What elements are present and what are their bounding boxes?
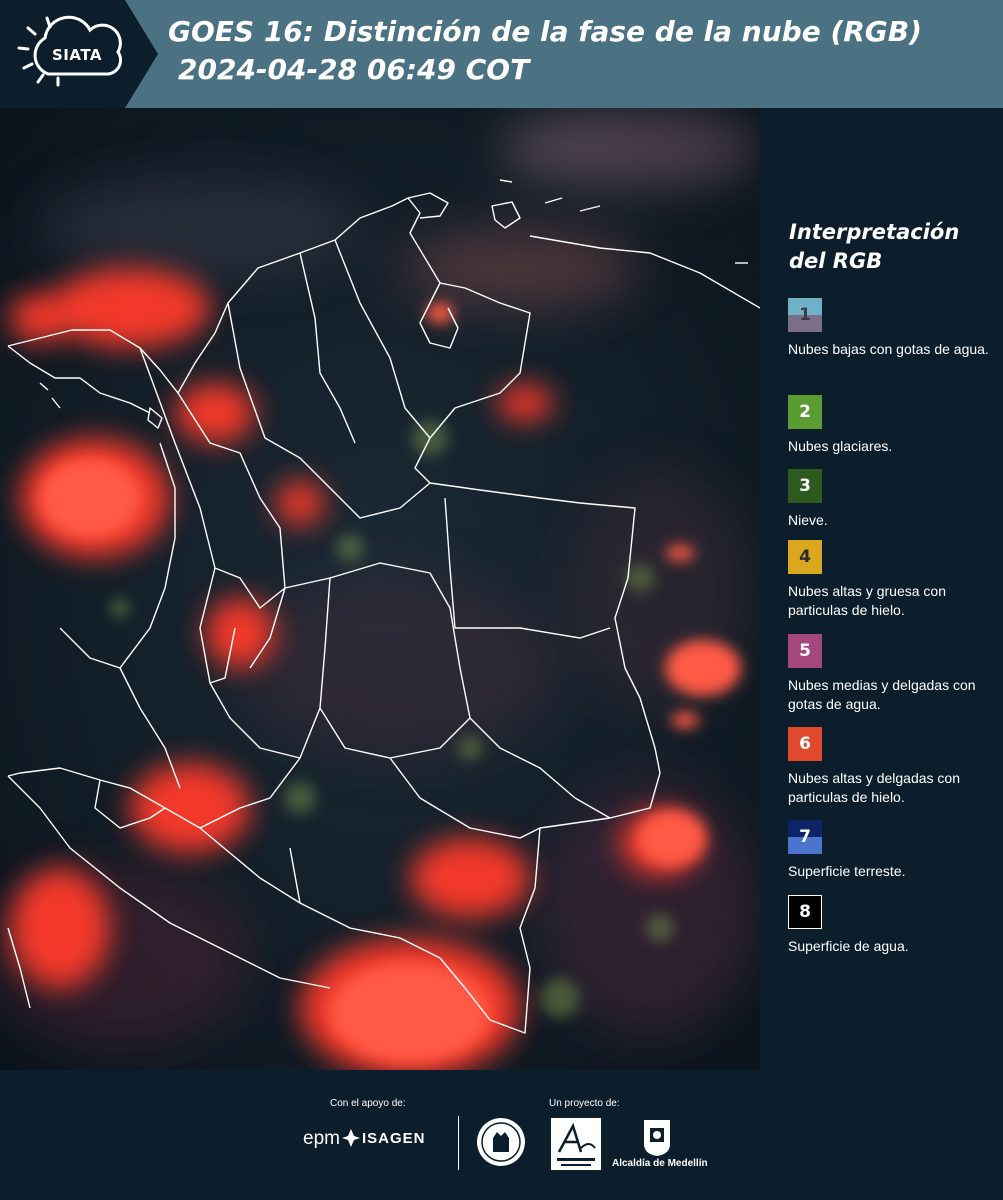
page-title: GOES 16: Distinción de la fase de la nub… [168,15,922,48]
alcaldia-label: Alcaldía de Medellín [612,1158,708,1169]
legend-title-line2: del RGB [789,249,883,273]
footer-divider [458,1116,459,1170]
legend-label-5: Nubes medias y delgadas con gotas de agu… [788,677,976,712]
legend-title: Interpretación del RGB [789,218,959,276]
legend-label-4: Nubes altas y gruesa con particulas de h… [788,583,946,618]
legend-swatch-7: 7 [788,820,822,854]
legend-swatch-2: 2 [788,395,822,429]
support-label: Con el apoyo de: [330,1098,406,1109]
legend-swatch-5: 5 [788,634,822,668]
legend-item-4: 4 Nubes altas y gruesa con particulas de… [788,540,998,620]
page-timestamp: 2024-04-28 06:49 COT [178,53,530,86]
project-label: Un proyecto de: [549,1098,620,1109]
satellite-map [0,108,760,1070]
legend-swatch-3: 3 [788,469,822,503]
legend-label-2: Nubes glaciares. [788,438,893,454]
siata-logo: SIATA [0,0,158,108]
legend-label-8: Superficie de agua. [788,938,909,954]
legend-swatch-8: 8 [788,895,822,929]
seal-icon [477,1118,525,1166]
legend-label-3: Nieve. [788,512,828,528]
area-metropolitana-logo [551,1118,601,1170]
isagen-logo: ISAGEN [362,1130,426,1147]
legend-title-line1: Interpretación [789,220,960,244]
alcaldia-shield-icon [644,1120,670,1156]
legend-swatch-6: 6 [788,727,822,761]
legend-item-7: 7 Superficie terreste. [788,820,998,881]
legend-item-8: 8 Superficie de agua. [788,895,998,956]
legend-swatch-4: 4 [788,540,822,574]
legend-label-7: Superficie terreste. [788,863,906,879]
footer: Con el apoyo de: Un proyecto de: epm ISA… [0,1070,1003,1200]
legend-item-5: 5 Nubes medias y delgadas con gotas de a… [788,634,998,714]
isagen-icon [342,1129,360,1147]
legend-item-2: 2 Nubes glaciares. [788,395,998,456]
logo-text: SIATA [52,46,103,64]
legend-label-1: Nubes bajas con gotas de agua. [788,341,989,357]
legend-panel: Interpretación del RGB 1 Nubes bajas con… [775,108,1003,1070]
legend-swatch-1: 1 [788,298,822,332]
legend-item-1: 1 Nubes bajas con gotas de agua. [788,298,998,359]
legend-item-6: 6 Nubes altas y delgadas con particulas … [788,727,998,807]
epm-logo: epm [303,1128,340,1149]
legend-label-6: Nubes altas y delgadas con particulas de… [788,770,960,805]
legend-item-3: 3 Nieve. [788,469,998,530]
header-bar: SIATA GOES 16: Distinción de la fase de … [0,0,1003,108]
